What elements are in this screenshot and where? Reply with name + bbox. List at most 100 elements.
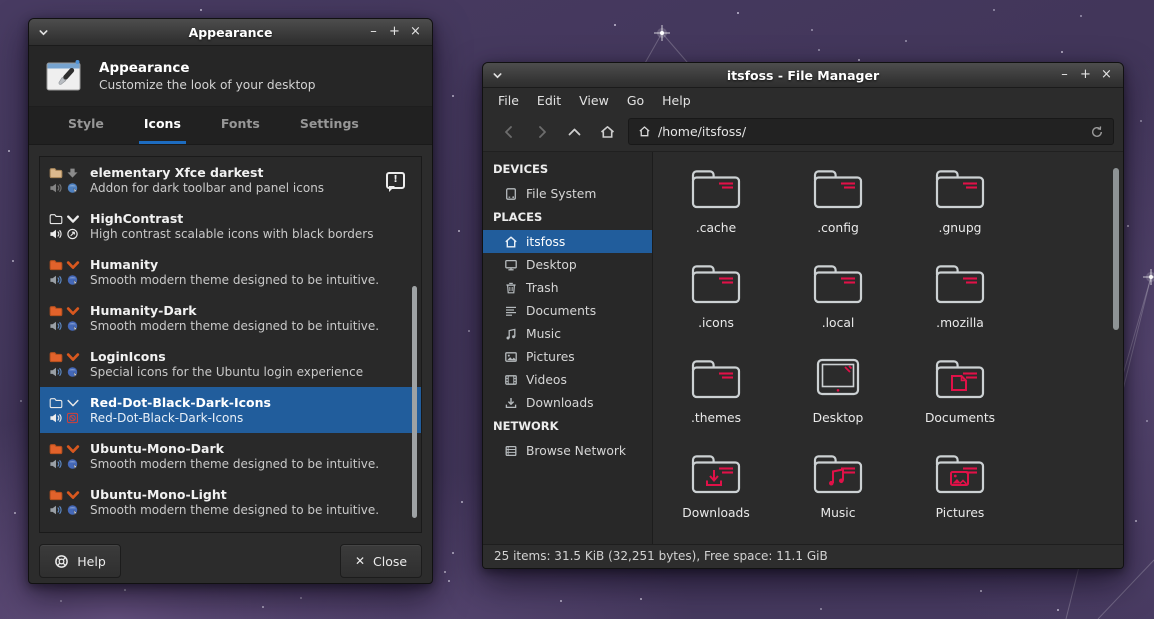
appearance-titlebar[interactable]: Appearance – + × [29,19,432,46]
menu-go[interactable]: Go [618,90,653,111]
sidebar-item-trash[interactable]: Trash [483,276,652,299]
sidebar-item-label: Downloads [526,396,594,410]
file-manager-titlebar[interactable]: itsfoss - File Manager – + × [483,63,1123,88]
globe-icon [65,181,80,195]
globe-icon [65,457,80,471]
theme-description: Smooth modern theme designed to be intui… [90,319,379,334]
sidebar-item-label: Desktop [526,258,577,272]
theme-item-red-dot-black-dark-icons[interactable]: Red-Dot-Black-Dark-IconsRed-Dot-Black-Da… [40,387,421,433]
folder-icon [48,212,63,226]
sidebar-item-file-system[interactable]: File System [483,182,652,205]
theme-text: HumanitySmooth modern theme designed to … [90,257,379,288]
sidebar-item-music[interactable]: Music [483,322,652,345]
theme-text: Ubuntu-Mono-DarkSmooth modern theme desi… [90,441,379,472]
window-menu-icon[interactable] [38,28,49,37]
file-item-desktop[interactable]: Desktop [777,348,899,443]
theme-item-highcontrast[interactable]: HighContrastHigh contrast scalable icons… [40,203,421,249]
status-bar: 25 items: 31.5 KiB (32,251 bytes), Free … [483,544,1123,568]
theme-item-humanity[interactable]: HumanitySmooth modern theme designed to … [40,249,421,295]
file-name: .themes [691,411,741,425]
maximize-button[interactable]: + [387,20,402,44]
theme-text: Ubuntu-Mono-LightSmooth modern theme des… [90,487,379,518]
tab-settings[interactable]: Settings [295,116,364,144]
reload-icon[interactable] [1090,125,1104,139]
folder-icon [48,258,63,272]
sidebar-item-pictures[interactable]: Pictures [483,345,652,368]
path-bar[interactable]: /home/itsfoss/ [628,118,1114,145]
sidebar-item-videos[interactable]: Videos [483,368,652,391]
theme-item-elementary-xfce-darkest[interactable]: elementary Xfce darkestAddon for dark to… [40,157,421,203]
file-item-local[interactable]: .local [777,253,899,348]
theme-list-scrollbar[interactable] [411,158,419,531]
theme-preview-icons [48,258,80,287]
menu-file[interactable]: File [489,90,528,111]
menu-help[interactable]: Help [653,90,700,111]
theme-name: Ubuntu-Mono-Dark [90,441,379,457]
theme-item-humanity-dark[interactable]: Humanity-DarkSmooth modern theme designe… [40,295,421,341]
scrollbar-thumb[interactable] [412,286,417,518]
sidebar-item-label: Trash [526,281,559,295]
sidebar-item-desktop[interactable]: Desktop [483,253,652,276]
back-button[interactable] [492,117,525,147]
help-button[interactable]: Help [39,544,121,578]
theme-preview-icons [48,442,80,471]
downloads-icon [504,396,518,410]
sidebar-section-network: NETWORK [483,414,652,439]
file-item-icons[interactable]: .icons [655,253,777,348]
speaker-icon [48,273,63,287]
menu-edit[interactable]: Edit [528,90,570,111]
sidebar-item-documents[interactable]: Documents [483,299,652,322]
status-text: 25 items: 31.5 KiB (32,251 bytes), Free … [494,549,828,563]
file-name: .gnupg [939,221,982,235]
sidebar-item-label: itsfoss [526,235,565,249]
window-menu-icon[interactable] [492,71,503,80]
file-item-themes[interactable]: .themes [655,348,777,443]
folder-icon [48,304,63,318]
path-text[interactable]: /home/itsfoss/ [658,124,746,139]
file-manager-window-title: itsfoss - File Manager [543,68,1063,83]
close-dialog-button[interactable]: ✕ Close [340,544,422,578]
tab-icons[interactable]: Icons [139,116,186,144]
file-item-config[interactable]: .config [777,158,899,253]
help-icon [54,554,69,569]
appearance-window: Appearance – + × Appeara [28,18,433,584]
home-button[interactable] [591,117,624,147]
tab-fonts[interactable]: Fonts [216,116,265,144]
folder-icon [48,442,63,456]
theme-name: Humanity-Dark [90,303,379,319]
file-name: Pictures [936,506,985,520]
file-item-pictures[interactable]: Pictures [899,443,1021,538]
forward-button[interactable] [525,117,558,147]
folder-image-icon [931,450,989,502]
chevron-down-icon [65,350,80,364]
up-button[interactable] [558,117,591,147]
file-item-downloads[interactable]: Downloads [655,443,777,538]
minimize-button[interactable]: – [366,20,381,44]
close-button[interactable]: × [1099,63,1114,87]
close-button[interactable]: × [408,20,423,44]
menu-view[interactable]: View [570,90,618,111]
minimize-button[interactable]: – [1057,63,1072,87]
folder-icon [687,165,745,217]
speaker-icon [48,227,63,241]
file-name: .local [822,316,855,330]
sidebar-item-itsfoss[interactable]: itsfoss [483,230,652,253]
file-item-cache[interactable]: .cache [655,158,777,253]
theme-item-ubuntu-mono-dark[interactable]: Ubuntu-Mono-DarkSmooth modern theme desi… [40,433,421,479]
maximize-button[interactable]: + [1078,63,1093,87]
folder-icon [687,355,745,407]
file-item-gnupg[interactable]: .gnupg [899,158,1021,253]
theme-item-ubuntu-mono-light[interactable]: Ubuntu-Mono-LightSmooth modern theme des… [40,479,421,525]
scrollbar-thumb[interactable] [1113,168,1119,330]
file-item-documents[interactable]: Documents [899,348,1021,443]
folder-icon [931,260,989,312]
file-item-music[interactable]: Music [777,443,899,538]
files-scrollbar[interactable] [1112,156,1120,540]
sidebar-item-browse-network[interactable]: Browse Network [483,439,652,462]
appearance-footer: Help ✕ Close [39,544,422,578]
chevron-down-icon [65,258,80,272]
file-item-mozilla[interactable]: .mozilla [899,253,1021,348]
tab-style[interactable]: Style [63,116,109,144]
sidebar-item-downloads[interactable]: Downloads [483,391,652,414]
theme-item-loginicons[interactable]: LoginIconsSpecial icons for the Ubuntu l… [40,341,421,387]
